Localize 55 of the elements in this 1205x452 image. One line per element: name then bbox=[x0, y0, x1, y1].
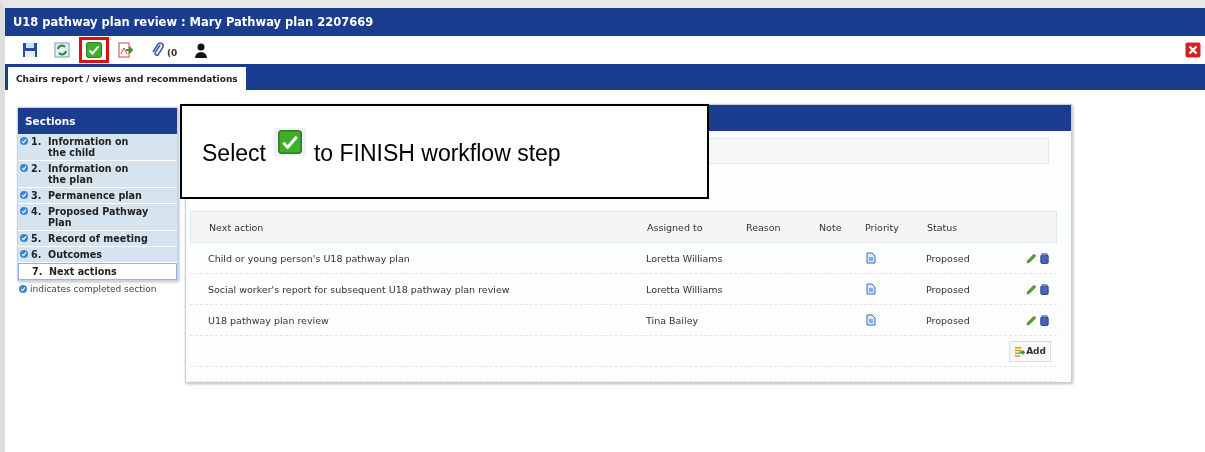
completed-icon bbox=[20, 164, 28, 172]
paperclip-icon[interactable] bbox=[150, 42, 166, 58]
toolbar-button[interactable]: (0 bbox=[143, 37, 185, 63]
column-header: Next action bbox=[208, 221, 265, 233]
table-cell-text: Proposed bbox=[926, 252, 971, 264]
checkmark-icon bbox=[86, 42, 102, 58]
callout-text: Select bbox=[202, 140, 266, 167]
add-button[interactable]: Add bbox=[1009, 340, 1051, 362]
completed-icon bbox=[19, 285, 27, 293]
table-cell-text: U18 pathway plan review bbox=[207, 314, 330, 326]
export-icon[interactable] bbox=[118, 42, 134, 58]
table-cell-text: Proposed bbox=[926, 314, 971, 326]
column-header: Assigned to bbox=[646, 221, 704, 233]
sections-header: Sections bbox=[18, 108, 177, 134]
column-header: Status bbox=[927, 221, 959, 233]
table-cell-text: Tina Bailey bbox=[645, 314, 700, 326]
document-icon[interactable] bbox=[866, 283, 876, 295]
section-item[interactable]: 4. Proposed Pathway Plan bbox=[18, 204, 177, 231]
refresh-icon[interactable] bbox=[54, 42, 70, 58]
pencil-icon[interactable] bbox=[1026, 252, 1037, 264]
trash-icon[interactable] bbox=[1039, 283, 1050, 295]
callout-text: to FINISH workflow step bbox=[313, 140, 561, 167]
completed-icon bbox=[20, 250, 28, 258]
pencil-icon[interactable] bbox=[1026, 314, 1037, 326]
table-cell-text: Social worker's report for subsequent U18 pathway plan review bbox=[207, 283, 511, 295]
section-item[interactable]: 7. Next actions bbox=[18, 263, 177, 280]
save-icon[interactable] bbox=[22, 42, 38, 58]
completed-icon bbox=[20, 191, 28, 199]
checkmark-icon bbox=[277, 130, 302, 154]
person-icon[interactable] bbox=[193, 42, 210, 58]
column-header: Reason bbox=[746, 221, 782, 233]
table-cell-text: Proposed bbox=[926, 283, 971, 295]
trash-icon[interactable] bbox=[1039, 314, 1050, 326]
section-item[interactable]: 2. Information on the plan bbox=[18, 161, 177, 188]
close-icon[interactable] bbox=[1185, 42, 1201, 58]
table-cell-text: Child or young person's U18 pathway plan bbox=[207, 252, 411, 264]
column-header: Note bbox=[819, 221, 843, 233]
pencil-icon[interactable] bbox=[1026, 283, 1037, 295]
section-item[interactable]: 5. Record of meeting bbox=[18, 231, 177, 247]
table-cell-text: Loretta Williams bbox=[645, 252, 724, 264]
completed-icon bbox=[20, 207, 28, 215]
legend-text: indicates completed section bbox=[30, 284, 157, 294]
document-icon[interactable] bbox=[866, 252, 876, 264]
section-item[interactable]: 1. Information on the child bbox=[18, 134, 177, 161]
attachment-count: (0 bbox=[167, 48, 178, 58]
completed-icon bbox=[20, 137, 28, 145]
table-cell-text: Loretta Williams bbox=[645, 283, 724, 295]
trash-icon[interactable] bbox=[1039, 252, 1050, 264]
window-title: U18 pathway plan review : Mary Pathway plan 2207669 bbox=[5, 8, 1205, 36]
completed-icon bbox=[20, 234, 28, 242]
tab[interactable]: Chairs report / views and recommendations bbox=[8, 67, 246, 90]
column-header: Priority bbox=[865, 221, 900, 233]
section-item[interactable]: 3. Permanence plan bbox=[18, 188, 177, 204]
document-icon[interactable] bbox=[866, 314, 876, 326]
add-list-icon bbox=[1014, 345, 1026, 357]
